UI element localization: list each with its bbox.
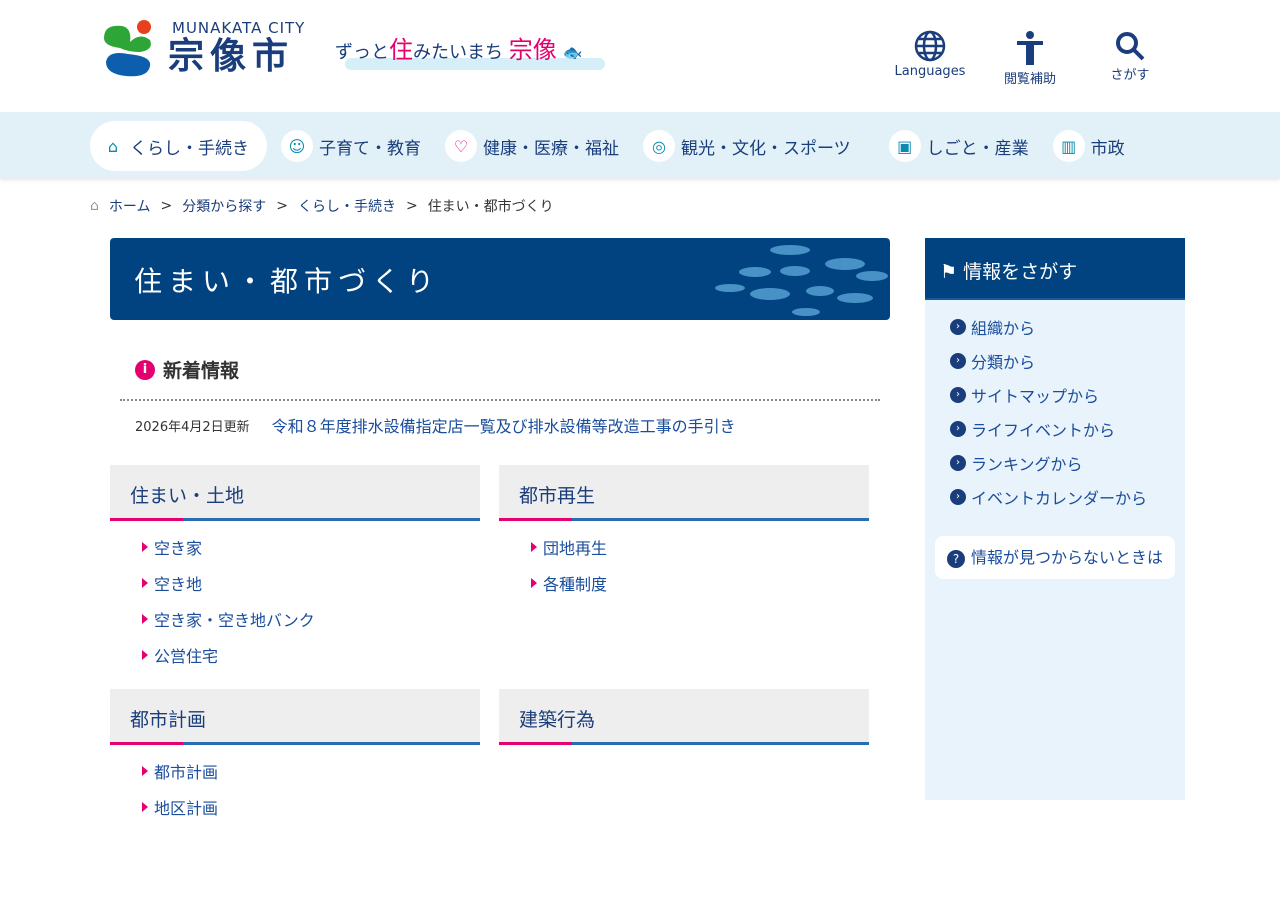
global-nav: ⌂ くらし・手続き ☺ 子育て・教育 ♡ 健康・医療・福祉 ◎ 観光・文化・スポーツ ▣… [0, 104, 1280, 178]
category-link[interactable]: 団地再生 [531, 535, 869, 559]
not-found-button[interactable]: ? 情報が見つからないときは [935, 536, 1175, 579]
sidebar-link[interactable]: › 分類から [950, 344, 1185, 378]
sidebar-heading: ⚑ 情報をさがす [925, 238, 1185, 300]
category-heading[interactable]: 都市計画 [110, 689, 480, 745]
category-link[interactable]: 空き地 [142, 571, 480, 595]
chevron-right-icon: › [950, 353, 966, 369]
chevron-right-icon: › [950, 455, 966, 471]
search-button[interactable]: さがす [1080, 30, 1180, 87]
category-toshisaisei: 都市再生 団地再生各種制度 [499, 465, 869, 689]
breadcrumb-link[interactable]: くらし・手続き [298, 196, 396, 216]
page-title: 住まい・都市づくり [134, 265, 441, 298]
divider [120, 399, 880, 401]
category-link[interactable]: 公営住宅 [142, 643, 480, 667]
chevron-right-icon: › [950, 489, 966, 505]
flag-icon: ⚑ [940, 261, 958, 283]
category-heading[interactable]: 都市再生 [499, 465, 869, 521]
breadcrumb-link[interactable]: ホーム [109, 196, 151, 216]
category-sumai: 住まい・土地 空き家空き地空き家・空き地バンク 公営住宅 [110, 465, 480, 689]
news-heading: i 新着情報 [135, 356, 890, 383]
breadcrumb: ⌂ ホーム > 分類から探す > くらし・手続き > 住まい・都市づくり [90, 196, 554, 216]
info-icon: i [135, 359, 155, 380]
category-link[interactable]: 各種制度 [531, 571, 869, 595]
nav-kenko[interactable]: ♡ 健康・医療・福祉 [441, 121, 629, 171]
search-icon [1116, 32, 1145, 61]
chevron-right-icon: › [950, 421, 966, 437]
nav-shigoto[interactable]: ▣ しごと・産業 [885, 121, 1039, 171]
category-link[interactable]: 都市計画 [142, 759, 480, 783]
category-link[interactable]: 空き家・空き地バンク [142, 607, 480, 631]
category-toshikeikaku: 都市計画 都市計画地区計画 [110, 689, 480, 913]
breadcrumb-link[interactable]: 分類から探す [182, 196, 266, 216]
accessibility-button[interactable]: 閲覧補助 [980, 30, 1080, 87]
logo-japanese: 宗像市 [168, 36, 295, 77]
fish-icon: 🐟 [562, 43, 583, 62]
globe-icon [914, 30, 946, 62]
news-item: 2026年4月2日更新 令和８年度排水設備指定店一覧及び排水設備等改造工事の手引… [135, 413, 865, 437]
sidebar-link[interactable]: › ランキングから [950, 446, 1185, 480]
category-link[interactable]: 地区計画 [142, 795, 480, 819]
page-title-banner: 住まい・都市づくり [110, 238, 890, 320]
sidebar: ⚑ 情報をさがす › 組織から › 分類から › サイトマップから › ライフイベントか… [925, 238, 1185, 800]
camera-icon: ◎ [643, 130, 675, 162]
category-heading[interactable]: 住まい・土地 [110, 465, 480, 521]
nav-kurashi[interactable]: ⌂ くらし・手続き [90, 121, 267, 171]
site-header: MUNAKATA CITY 宗像市 ずっと住みたいまち 宗像 🐟 Languag… [0, 0, 1280, 112]
languages-button[interactable]: Languages [880, 30, 980, 87]
category-link[interactable]: 空き家 [142, 535, 480, 559]
baby-icon: ☺ [281, 130, 313, 162]
site-logo[interactable]: MUNAKATA CITY 宗像市 [100, 18, 305, 78]
sidebar-link[interactable]: › 組織から [950, 310, 1185, 344]
briefcase-icon: ▣ [888, 130, 921, 162]
nav-shisei[interactable]: ▥ 市政 [1049, 121, 1135, 171]
question-icon: ? [947, 550, 965, 568]
heart-hand-icon: ♡ [445, 130, 477, 162]
sidebar-link[interactable]: › ライフイベントから [950, 412, 1185, 446]
chevron-right-icon: › [950, 387, 966, 403]
city-emblem-icon [100, 18, 156, 78]
logo-english: MUNAKATA CITY [172, 19, 306, 37]
building-icon: ▥ [1052, 130, 1085, 162]
accessibility-icon [1017, 31, 1043, 65]
chevron-right-icon: › [950, 319, 966, 335]
nav-kosodate[interactable]: ☺ 子育て・教育 [277, 121, 431, 171]
slogan: ずっと住みたいまち 宗像 🐟 [335, 36, 583, 64]
sidebar-link[interactable]: › イベントカレンダーから [950, 480, 1185, 514]
category-kenchiku: 建築行為 [499, 689, 869, 913]
nav-kanko[interactable]: ◎ 観光・文化・スポーツ [639, 121, 861, 171]
news-date: 2026年4月2日更新 [135, 419, 250, 435]
house-icon: ⌂ [107, 136, 119, 156]
fish-school-icon [715, 245, 888, 316]
category-heading[interactable]: 建築行為 [499, 689, 869, 745]
sidebar-link[interactable]: › サイトマップから [950, 378, 1185, 412]
breadcrumb-current: 住まい・都市づくり [427, 199, 554, 215]
news-link[interactable]: 令和８年度排水設備指定店一覧及び排水設備等改造工事の手引き [272, 413, 736, 437]
home-icon: ⌂ [90, 198, 99, 214]
